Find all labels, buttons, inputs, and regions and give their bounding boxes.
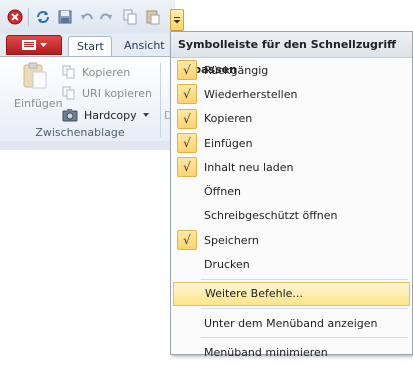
menu-item-minimize-ribbon[interactable]: Menüband minimieren — [171, 340, 412, 364]
uri-copy-icon — [62, 86, 75, 100]
menu-item-label: Schreibgeschützt öffnen — [204, 209, 338, 223]
hardcopy-button[interactable]: Hardcopy — [62, 106, 149, 124]
copy-icon[interactable] — [122, 9, 138, 25]
undo-icon[interactable] — [79, 9, 95, 25]
menu-item-label: Rückgängig — [204, 63, 269, 77]
checkmark-icon: √ — [177, 157, 197, 178]
menu-item-show-below-ribbon[interactable]: Unter dem Menüband anzeigen — [171, 311, 412, 335]
menu-items: √ Rückgängig √ Wiederherstellen √ Kopier… — [171, 58, 412, 365]
menu-item-reload[interactable]: √ Inhalt neu laden — [171, 155, 412, 179]
menu-title: Symbolleiste für den Schnellzugriff anpa… — [171, 32, 412, 76]
menu-item-label: Drucken — [204, 258, 250, 272]
paste-icon[interactable] — [145, 9, 161, 25]
menu-item-label: Speichern — [204, 233, 259, 247]
checkmark-icon: √ — [177, 230, 197, 251]
menu-item-print[interactable]: Drucken — [171, 252, 412, 276]
toolbar-separator — [28, 8, 29, 26]
menu-item-label: Inhalt neu laden — [204, 160, 294, 174]
clipboard-group-label: Zwischenablage — [35, 126, 125, 139]
checkmark-icon: √ — [177, 108, 197, 129]
menu-separator — [201, 278, 408, 280]
checkmark-icon: √ — [177, 60, 197, 80]
file-tab[interactable] — [6, 35, 62, 55]
customize-toolbar-dropdown-button[interactable] — [170, 9, 184, 31]
save-icon[interactable] — [57, 9, 73, 25]
camera-icon — [62, 109, 78, 122]
uri-copy-button[interactable]: URI kopieren — [62, 84, 152, 102]
tab-ansicht[interactable]: Ansicht — [116, 36, 173, 56]
menu-item-undo[interactable]: √ Rückgängig — [171, 58, 412, 82]
application-window: Start Ansicht Einfügen Kopieren URI kopi… — [0, 0, 175, 150]
menu-item-open[interactable]: Öffnen — [171, 179, 412, 203]
menu-item-copy[interactable]: √ Kopieren — [171, 107, 412, 131]
menu-item-label: Einfügen — [204, 136, 253, 150]
uri-copy-label: URI kopieren — [82, 86, 152, 100]
refresh-icon[interactable] — [35, 9, 51, 25]
close-app-icon[interactable] — [7, 9, 23, 25]
menu-item-redo[interactable]: √ Wiederherstellen — [171, 82, 412, 106]
menu-separator — [201, 307, 408, 309]
ribbon-panel: Einfügen Kopieren URI kopieren Hardcopy … — [0, 56, 175, 141]
file-menu-icon — [21, 40, 36, 50]
copy-label: Kopieren — [82, 65, 131, 79]
redo-icon[interactable] — [98, 9, 114, 25]
menu-item-label: Öffnen — [204, 185, 241, 199]
menu-item-label: Wiederherstellen — [204, 87, 298, 101]
menu-item-label: Menüband minimieren — [204, 345, 328, 359]
paste-button[interactable]: Einfügen — [14, 97, 63, 110]
menu-separator — [201, 337, 408, 339]
menu-item-label: Kopieren — [204, 112, 253, 126]
checkmark-icon: √ — [177, 84, 197, 105]
tab-start[interactable]: Start — [68, 36, 112, 56]
paste-large-icon — [22, 62, 48, 90]
customize-quick-access-menu: Symbolleiste für den Schnellzugriff anpa… — [170, 31, 413, 359]
menu-item-label: Weitere Befehle... — [205, 287, 303, 301]
menu-item-open-readonly[interactable]: Schreibgeschützt öffnen — [171, 204, 412, 228]
chevron-down-icon — [39, 42, 47, 47]
menu-item-paste[interactable]: √ Einfügen — [171, 131, 412, 155]
copy-icon — [62, 65, 75, 79]
hardcopy-label: Hardcopy — [84, 108, 137, 122]
dropdown-arrow-icon — [173, 17, 181, 24]
checkmark-icon: √ — [177, 132, 197, 153]
copy-button[interactable]: Kopieren — [62, 63, 130, 81]
quick-access-toolbar — [0, 0, 175, 34]
menu-item-more-commands[interactable]: Weitere Befehle... — [173, 281, 410, 306]
chevron-down-icon — [142, 113, 149, 117]
group-separator — [160, 63, 161, 137]
ribbon-tabs: Start Ansicht — [0, 34, 175, 56]
menu-item-label: Unter dem Menüband anzeigen — [204, 316, 378, 330]
menu-item-save[interactable]: √ Speichern — [171, 228, 412, 252]
